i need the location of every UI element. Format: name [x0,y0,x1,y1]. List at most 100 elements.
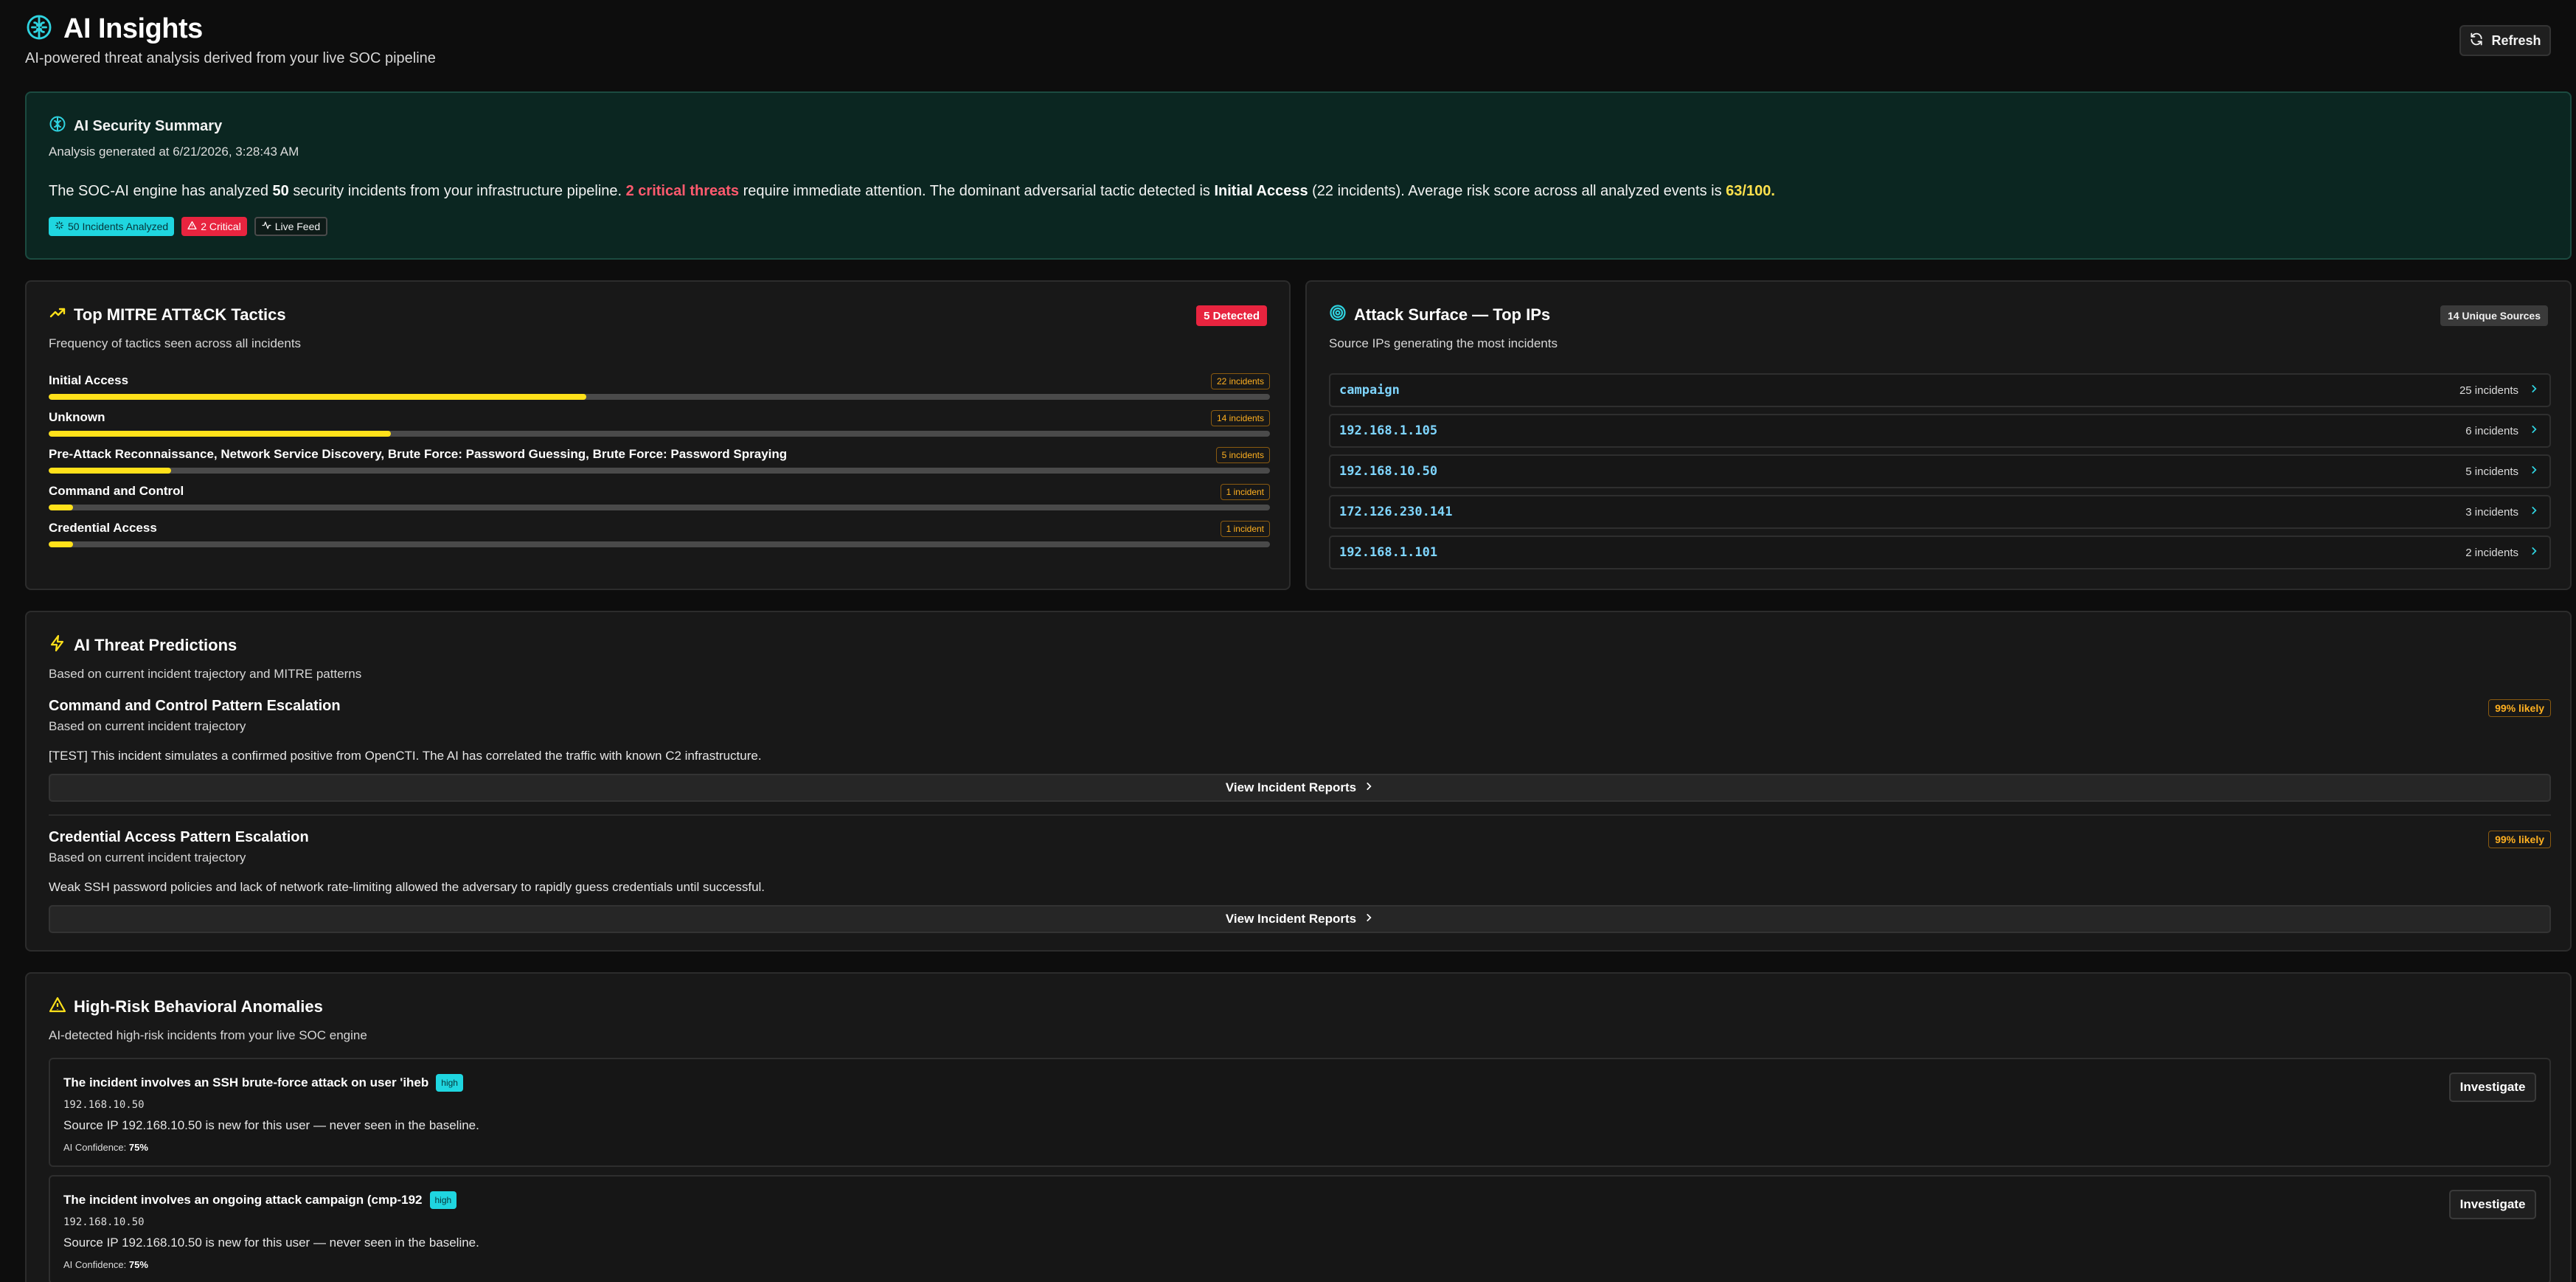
refresh-label: Refresh [2491,32,2541,48]
ip-row[interactable]: 172.126.230.141 3 incidents [1329,495,2551,529]
ip-row[interactable]: 192.168.10.50 5 incidents [1329,454,2551,488]
investigate-button[interactable]: Investigate [2449,1190,2536,1219]
predictions-subtitle: Based on current incident trajectory and… [49,667,362,681]
summary-incident-count: 50 [272,183,289,199]
tactic-row: Unknown 14 incidents [49,410,1270,447]
ai-confidence: AI Confidence: 75% [63,1259,148,1270]
prediction-description: Weak SSH password policies and lack of n… [49,880,765,894]
ip-incident-count: 2 incidents [2465,547,2518,559]
tactic-name: Initial Access [49,373,129,387]
prediction-item: Credential Access Pattern Escalation 99%… [49,829,2551,933]
tactic-count-badge: 22 incidents [1210,373,1270,389]
prediction-subtitle: Based on current incident trajectory [49,719,246,733]
analysis-timestamp: Analysis generated at 6/21/2026, 3:28:43… [49,145,299,159]
summary-text-part: . [1771,183,1775,199]
tactic-bar-fill [49,541,74,547]
mitre-tactics-card: Top MITRE ATT&CK Tactics 5 Detected Freq… [25,280,1291,590]
ips-title-group: Attack Surface — Top IPs [1329,304,1550,326]
live-feed-badge: Live Feed [254,217,328,236]
tactics-title: Top MITRE ATT&CK Tactics [74,305,286,324]
summary-title-group: AI Security Summary [49,115,222,137]
tactic-bar-fill [49,394,586,400]
likelihood-badge: 99% likely [2488,831,2551,848]
anomalies-subtitle: AI-detected high-risk incidents from you… [49,1028,367,1042]
tactic-count-badge: 5 incidents [1215,447,1270,463]
summary-risk-score: 63/100 [1726,183,1771,199]
summary-badges: 50 Incidents Analyzed 2 Critical Live Fe… [49,217,328,236]
prediction-title: Command and Control Pattern Escalation [49,698,341,714]
prediction-item: Command and Control Pattern Escalation 9… [49,698,2551,802]
ip-address: 172.126.230.141 [1339,505,1453,519]
refresh-icon [2469,32,2484,50]
tactic-bar-fill [49,505,74,510]
anomaly-title: The incident involves an SSH brute-force… [63,1075,429,1089]
tactic-row: Credential Access 1 incident [49,521,1270,558]
ai-confidence-label: AI Confidence: [63,1259,129,1270]
ip-address: 192.168.10.50 [1339,464,1438,479]
tactic-count-badge: 14 incidents [1210,410,1270,426]
anomaly-header: The incident involves an SSH brute-force… [63,1074,463,1092]
ip-address: 192.168.1.101 [1339,545,1438,560]
prediction-title: Credential Access Pattern Escalation [49,829,309,845]
brain-icon [25,13,53,45]
tactic-bar-fill [49,431,391,437]
chevron-right-icon [1364,912,1374,926]
chevron-right-icon [2529,503,2539,520]
brain-icon [49,115,66,137]
chevron-right-icon [1364,780,1374,795]
prediction-description: [TEST] This incident simulates a confirm… [49,749,762,763]
ai-security-summary-card: AI Security Summary Analysis generated a… [25,91,2572,260]
severity-badge: high [436,1074,463,1092]
tactics-title-group: Top MITRE ATT&CK Tactics [49,304,286,326]
anomaly-item: The incident involves an ongoing attack … [49,1175,2551,1282]
summary-text-part: The SOC-AI engine has analyzed [49,183,273,199]
tactic-row: Command and Control 1 incident [49,484,1270,521]
ip-row[interactable]: campaign 25 incidents [1329,373,2551,407]
tactic-bar-track [49,541,1270,547]
investigate-button[interactable]: Investigate [2449,1073,2536,1102]
ip-address: 192.168.1.105 [1339,423,1438,438]
anomalies-title-group: High-Risk Behavioral Anomalies [49,996,323,1018]
tactic-row: Pre-Attack Reconnaissance, Network Servi… [49,447,1270,484]
chevron-right-icon [2529,544,2539,561]
target-icon [1329,304,1347,326]
view-incident-reports-button[interactable]: View Incident Reports [49,905,2551,933]
chevron-right-icon [2529,462,2539,479]
unique-sources-badge: 14 Unique Sources [2440,305,2548,326]
ip-address: campaign [1339,383,1400,398]
tactic-count-badge: 1 incident [1220,484,1270,500]
predictions-title-group: AI Threat Predictions [49,634,237,656]
view-incident-reports-button[interactable]: View Incident Reports [49,774,2551,802]
page: AI Insights AI-powered threat analysis d… [0,0,2576,1282]
tactic-name: Command and Control [49,484,184,498]
ai-confidence-label: AI Confidence: [63,1142,129,1153]
anomaly-header: The incident involves an ongoing attack … [63,1191,457,1209]
incidents-analyzed-badge: 50 Incidents Analyzed [49,217,175,236]
summary-title: AI Security Summary [74,117,223,134]
summary-text-part: (22 incidents). Average risk score acros… [1308,183,1726,199]
anomaly-description: Source IP 192.168.10.50 is new for this … [63,1236,479,1250]
anomaly-ip: 192.168.10.50 [63,1099,145,1111]
sparkle-icon [55,221,64,232]
chevron-right-icon [2529,381,2539,398]
tactic-bar-track [49,468,1270,474]
page-subtitle: AI-powered threat analysis derived from … [25,50,436,66]
anomaly-item: The incident involves an SSH brute-force… [49,1058,2551,1167]
tactic-bar-track [49,394,1270,400]
view-incident-reports-label: View Incident Reports [1225,780,1357,794]
severity-badge: high [429,1191,457,1209]
behavioral-anomalies-card: High-Risk Behavioral Anomalies AI-detect… [25,972,2572,1282]
tactic-row: Initial Access 22 incidents [49,373,1270,410]
ip-row[interactable]: 192.168.1.105 6 incidents [1329,414,2551,448]
ip-row[interactable]: 192.168.1.101 2 incidents [1329,536,2551,569]
page-title: AI Insights [63,13,203,44]
summary-text-part: security incidents from your infrastruct… [288,183,626,199]
refresh-button[interactable]: Refresh [2459,25,2551,56]
ips-title: Attack Surface — Top IPs [1354,305,1551,324]
anomaly-ip: 192.168.10.50 [63,1216,145,1228]
trending-up-icon [49,304,66,326]
ai-confidence-value: 75% [128,1259,148,1270]
prediction-divider [49,814,2551,816]
ip-list: campaign 25 incidents 192.168.1.105 6 incid… [1329,373,2551,576]
critical-badge: 2 Critical [181,217,247,236]
